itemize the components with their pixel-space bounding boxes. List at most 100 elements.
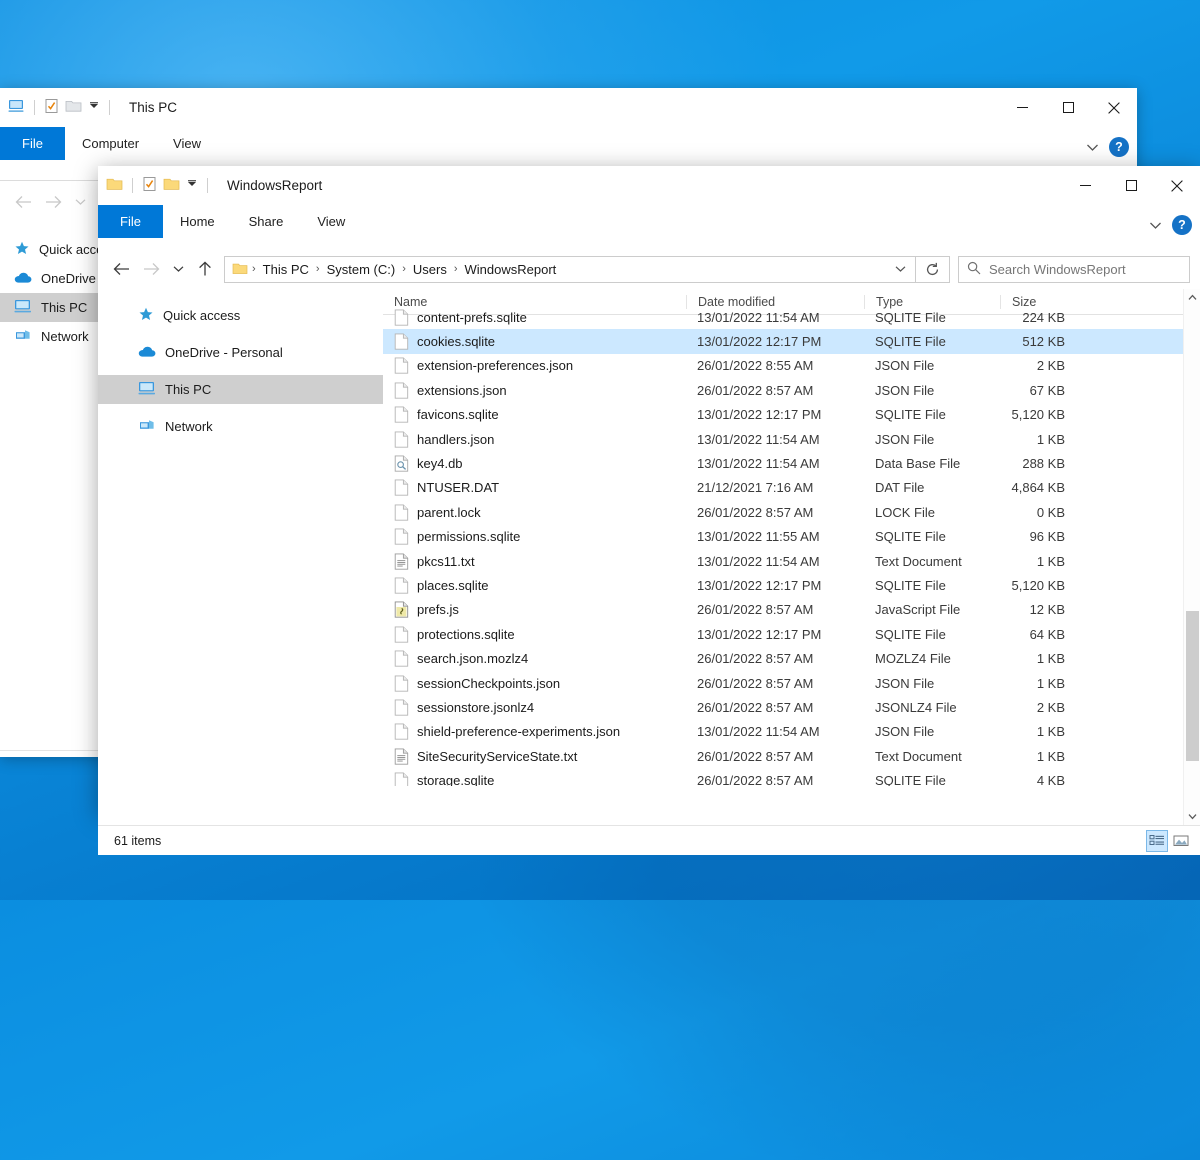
- table-row[interactable]: pkcs11.txt 13/01/2022 11:54 AM Text Docume…: [383, 549, 1200, 573]
- ribbon-tab-view[interactable]: View: [156, 127, 218, 160]
- scroll-up-button[interactable]: [1184, 289, 1200, 306]
- view-toggle-group[interactable]: [1146, 826, 1192, 856]
- chevron-down-icon[interactable]: [1149, 218, 1162, 233]
- customize-dropdown-icon[interactable]: [186, 178, 198, 193]
- address-dropdown-button[interactable]: [887, 257, 913, 282]
- new-folder-icon[interactable]: [65, 99, 82, 116]
- table-row[interactable]: storage.sqlite 26/01/2022 8:57 AM SQLITE F…: [383, 768, 1200, 786]
- file-name: protections.sqlite: [417, 626, 515, 642]
- table-row[interactable]: parent.lock 26/01/2022 8:57 AM LOCK File 0 …: [383, 500, 1200, 524]
- table-row[interactable]: sessionCheckpoints.json 26/01/2022 8:57 A…: [383, 671, 1200, 695]
- table-row[interactable]: SiteSecurityServiceState.txt 26/01/2022 8…: [383, 744, 1200, 768]
- ribbon-tab-computer[interactable]: Computer: [65, 127, 156, 160]
- file-name: content-prefs.sqlite: [417, 309, 527, 325]
- table-row[interactable]: search.json.mozlz4 26/01/2022 8:57 AM MOZL…: [383, 646, 1200, 670]
- close-button[interactable]: [1091, 88, 1137, 127]
- file-size-cell: 2 KB: [1036, 699, 1065, 715]
- ribbon-tab-share[interactable]: Share: [232, 205, 301, 238]
- address-field[interactable]: › This PC › System (C:) › Users › Window…: [224, 255, 916, 283]
- background-ribbon-right-controls[interactable]: ?: [1086, 137, 1129, 157]
- recent-locations-button[interactable]: [166, 254, 190, 284]
- cloud-icon: [138, 345, 156, 361]
- table-row[interactable]: NTUSER.DAT 21/12/2021 7:16 AM DAT File 4,86…: [383, 476, 1200, 500]
- scrollbar-thumb[interactable]: [1186, 611, 1199, 761]
- front-address-bar[interactable]: › This PC › System (C:) › Users › Window…: [98, 249, 1200, 289]
- table-row[interactable]: prefs.js 26/01/2022 8:57 AM JavaScript Fil…: [383, 598, 1200, 622]
- ribbon-tab-file[interactable]: File: [98, 205, 163, 238]
- file-icon: [394, 406, 409, 423]
- vertical-scrollbar[interactable]: [1183, 289, 1200, 825]
- file-name: key4.db: [417, 456, 463, 472]
- scroll-down-button[interactable]: [1184, 808, 1200, 825]
- table-row[interactable]: extension-preferences.json 26/01/2022 8:5…: [383, 354, 1200, 378]
- ribbon-tab-file[interactable]: File: [0, 127, 65, 160]
- recent-locations-button[interactable]: [68, 187, 92, 217]
- table-row[interactable]: key4.db 13/01/2022 11:54 AM Data Base File…: [383, 451, 1200, 475]
- table-row[interactable]: extensions.json 26/01/2022 8:57 AM JSON Fi…: [383, 378, 1200, 402]
- breadcrumb-item-users[interactable]: Users: [410, 262, 450, 277]
- sidebar-item-network[interactable]: Network: [98, 412, 383, 441]
- front-quick-access-toolbar[interactable]: WindowsReport: [98, 176, 322, 195]
- back-button[interactable]: [106, 254, 136, 284]
- chevron-down-icon[interactable]: [1086, 140, 1099, 155]
- properties-icon[interactable]: [142, 176, 157, 195]
- sidebar-item-onedrive[interactable]: OneDrive - Personal: [98, 338, 383, 367]
- minimize-button[interactable]: [1062, 166, 1108, 205]
- background-window-controls[interactable]: [999, 88, 1137, 127]
- front-navigation-pane[interactable]: Quick access OneDrive - Personal This PC…: [98, 289, 383, 825]
- properties-icon[interactable]: [44, 98, 59, 117]
- folder-icon: [232, 262, 248, 276]
- table-row[interactable]: shield-preference-experiments.json 13/01/…: [383, 720, 1200, 744]
- file-icon: [394, 674, 409, 692]
- forward-button[interactable]: [136, 254, 166, 284]
- folder-icon[interactable]: [106, 177, 123, 195]
- front-window-controls[interactable]: [1062, 166, 1200, 205]
- file-name: parent.lock: [417, 504, 481, 520]
- table-row[interactable]: favicons.sqlite 13/01/2022 12:17 PM SQLITE…: [383, 403, 1200, 427]
- sidebar-item-label: This PC: [41, 300, 88, 315]
- large-icons-view-button[interactable]: [1170, 830, 1192, 852]
- breadcrumb[interactable]: › This PC › System (C:) › Users › Window…: [248, 262, 887, 277]
- this-pc-icon[interactable]: [8, 98, 25, 117]
- breadcrumb-item-this-pc[interactable]: This PC: [260, 262, 312, 277]
- search-placeholder: Search WindowsReport: [989, 261, 1126, 277]
- background-quick-access-toolbar[interactable]: This PC: [0, 98, 177, 117]
- file-date-cell: 13/01/2022 12:17 PM: [697, 577, 822, 593]
- breadcrumb-item-system-c[interactable]: System (C:): [324, 262, 399, 277]
- details-view-button[interactable]: [1146, 830, 1168, 852]
- front-ribbon-right-controls[interactable]: ?: [1149, 215, 1192, 235]
- minimize-button[interactable]: [999, 88, 1045, 127]
- maximize-button[interactable]: [1045, 88, 1091, 127]
- refresh-button[interactable]: [916, 255, 950, 283]
- file-list[interactable]: content-prefs.sqlite 13/01/2022 11:54 AM S…: [383, 305, 1200, 786]
- forward-button[interactable]: [38, 187, 68, 217]
- new-folder-icon[interactable]: [163, 177, 180, 195]
- maximize-button[interactable]: [1108, 166, 1154, 205]
- table-row[interactable]: places.sqlite 13/01/2022 12:17 PM SQLITE F…: [383, 573, 1200, 597]
- file-size-cell: 512 KB: [1022, 334, 1065, 350]
- search-input[interactable]: Search WindowsReport: [958, 255, 1190, 283]
- sidebar-item-this-pc[interactable]: This PC: [98, 375, 383, 404]
- close-button[interactable]: [1154, 166, 1200, 205]
- help-button[interactable]: ?: [1109, 137, 1129, 157]
- breadcrumb-item-windowsreport[interactable]: WindowsReport: [462, 262, 560, 277]
- file-size-cell: 1 KB: [1036, 724, 1065, 740]
- table-row[interactable]: permissions.sqlite 13/01/2022 11:55 AM SQL…: [383, 525, 1200, 549]
- customize-dropdown-icon[interactable]: [88, 100, 100, 115]
- sidebar-item-quick-access[interactable]: Quick access: [98, 301, 383, 330]
- up-button[interactable]: [190, 254, 220, 284]
- ribbon-tab-view[interactable]: View: [300, 205, 362, 238]
- background-ribbon-tabs[interactable]: File Computer View ?: [0, 127, 1137, 160]
- table-row[interactable]: content-prefs.sqlite 13/01/2022 11:54 AM S…: [383, 305, 1200, 329]
- file-list-pane[interactable]: ˄ Name Date modified Type Size content-p…: [383, 289, 1200, 825]
- front-ribbon-tabs[interactable]: File Home Share View ?: [98, 205, 1200, 238]
- table-row[interactable]: protections.sqlite 13/01/2022 12:17 PM SQL…: [383, 622, 1200, 646]
- file-type-cell: JavaScript File: [875, 602, 961, 618]
- ribbon-tab-home[interactable]: Home: [163, 205, 232, 238]
- front-window-windowsreport[interactable]: WindowsReport File Home Share View ? › T…: [98, 166, 1200, 855]
- table-row[interactable]: sessionstore.jsonlz4 26/01/2022 8:57 AM JS…: [383, 695, 1200, 719]
- back-button[interactable]: [8, 187, 38, 217]
- table-row[interactable]: cookies.sqlite 13/01/2022 12:17 PM SQLITE …: [383, 329, 1200, 354]
- help-button[interactable]: ?: [1172, 215, 1192, 235]
- table-row[interactable]: handlers.json 13/01/2022 11:54 AM JSON Fil…: [383, 427, 1200, 451]
